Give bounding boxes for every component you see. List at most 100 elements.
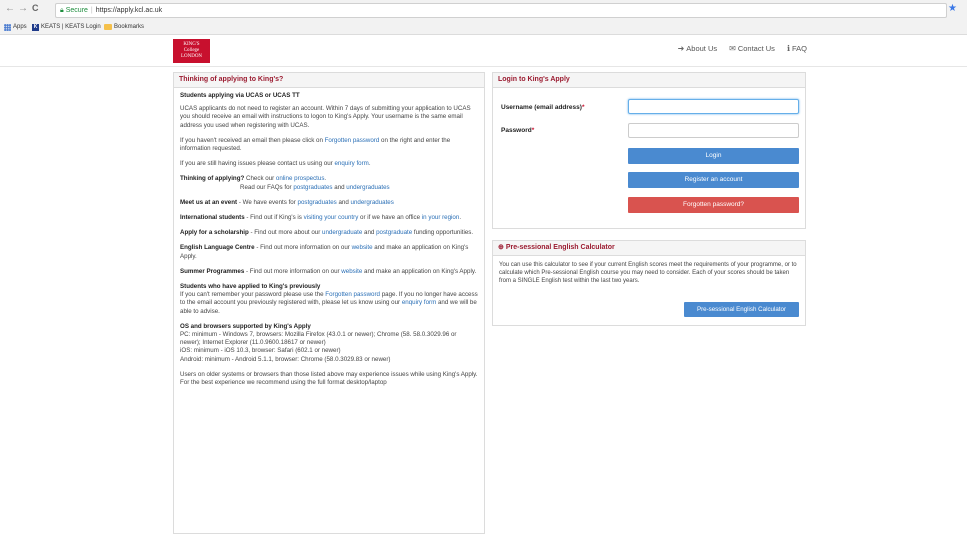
nav-about-us[interactable]: ➜ About Us <box>678 44 718 53</box>
calculator-text: You can use this calculator to see if yo… <box>499 262 797 284</box>
bookmarks-bar: Apps K KEATS | KEATS Login Bookmarks <box>0 20 967 35</box>
login-button[interactable]: Login <box>628 148 799 164</box>
os-pc: PC: minimum - Windows 7, browsers: Mozil… <box>180 331 457 347</box>
bookmark-star-icon[interactable]: ★ <box>948 3 957 14</box>
os-android: Android: minimum - Android 5.1.1, browse… <box>180 355 391 363</box>
text-fragment: - Find out more information on our <box>244 267 342 275</box>
text-fragment: and <box>336 198 351 206</box>
enquiry-form-link[interactable]: enquiry form <box>334 160 368 167</box>
address-url: https://apply.kcl.ac.uk <box>95 7 163 14</box>
ucas-text: UCAS applicants do not need to register … <box>180 105 471 129</box>
events-postgraduates-link[interactable]: postgraduates <box>298 199 337 206</box>
text-fragment: . <box>368 160 371 168</box>
required-mark: * <box>581 104 585 111</box>
faq-undergraduates-link[interactable]: undergraduates <box>346 184 389 191</box>
register-button[interactable]: Register an account <box>628 172 799 188</box>
text-fragment: - Find out more about our <box>248 229 323 237</box>
undergraduate-funding-link[interactable]: undergraduate <box>322 229 362 236</box>
nav-contact-us[interactable]: ✉ Contact Us <box>729 44 775 53</box>
bookmark-folder[interactable]: Bookmarks <box>104 20 144 34</box>
elc-label: English Language Centre <box>180 244 255 252</box>
text-fragment: Check our <box>244 175 276 183</box>
summer-label: Summer Programmes <box>180 267 245 275</box>
office-region-link[interactable]: in your region <box>422 214 460 221</box>
kings-college-logo[interactable]: KING'S College LONDON <box>173 39 210 63</box>
nav-label: FAQ <box>791 44 807 53</box>
envelope-icon: ✉ <box>729 44 736 53</box>
visiting-country-link[interactable]: visiting your country <box>304 214 359 221</box>
previous-applicants-text: Students who have applied to King's prev… <box>180 283 478 316</box>
label-text: Username (email address) <box>501 104 582 111</box>
nav-faq[interactable]: ℹ FAQ <box>787 44 807 53</box>
calculator-panel-title: ⊕ Pre-sessional English Calculator <box>493 241 805 256</box>
password-input[interactable] <box>628 123 799 138</box>
logo-line: LONDON <box>180 54 203 59</box>
nav-label: About Us <box>686 44 718 53</box>
forward-icon[interactable]: → <box>18 3 28 14</box>
summer-text: Summer Programmes - Find out more inform… <box>180 268 478 276</box>
events-undergraduates-link[interactable]: undergraduates <box>351 199 394 206</box>
text-fragment: or if we have an office <box>358 214 422 222</box>
previous-forgotten-password-link[interactable]: Forgotten password <box>325 291 380 298</box>
required-mark: * <box>531 127 535 134</box>
login-panel-title: Login to King's Apply <box>493 73 805 88</box>
thinking-text: Thinking of applying? Check our online p… <box>180 175 478 191</box>
text-fragment: - Find out if King's is <box>244 214 304 222</box>
previous-heading: Students who have applied to King's prev… <box>180 283 321 291</box>
info-panel-body: Students applying via UCAS or UCAS TT UC… <box>174 88 484 398</box>
address-bar[interactable]: 🔒︎ Secure | https://apply.kcl.ac.uk <box>55 3 947 18</box>
info-panel: Thinking of applying to King's? Students… <box>173 72 485 534</box>
text-fragment: and make an application on King's Apply. <box>362 267 477 275</box>
international-text: International students - Find out if Kin… <box>180 214 478 222</box>
browser-toolbar: ← → C 🔒︎ Secure | https://apply.kcl.ac.uk ★ <box>0 0 967 21</box>
bookmark-apps[interactable]: Apps <box>4 20 27 34</box>
arrow-right-icon: ➜ <box>677 44 685 53</box>
international-label: International students <box>180 214 245 222</box>
summer-website-link[interactable]: website <box>341 268 362 275</box>
bookmark-label: KEATS | KEATS Login <box>41 24 101 30</box>
elc-website-link[interactable]: website <box>352 244 373 251</box>
reload-icon[interactable]: C <box>32 3 39 13</box>
text-fragment: and <box>332 183 347 191</box>
text-fragment: - Find out more information on our <box>254 244 352 252</box>
calculator-panel: ⊕ Pre-sessional English Calculator You c… <box>492 240 806 326</box>
text-fragment: If you can't remember your password plea… <box>180 291 326 299</box>
forgotten-password-link[interactable]: Forgotten password <box>325 137 380 144</box>
text-fragment: Read our FAQs for <box>240 183 294 191</box>
postgraduate-funding-link[interactable]: postgraduate <box>376 229 412 236</box>
keats-icon: K <box>32 23 39 31</box>
scholarship-label: Apply for a scholarship <box>180 229 249 237</box>
text-fragment: . <box>324 175 327 183</box>
thinking-label: Thinking of applying? <box>180 175 245 183</box>
forgot-password-button[interactable]: Forgotten password? <box>628 197 799 213</box>
elc-text: English Language Centre - Find out more … <box>180 244 478 260</box>
os-heading: OS and browsers supported by King's Appl… <box>180 322 311 330</box>
bookmark-label: Bookmarks <box>114 24 145 30</box>
online-prospectus-link[interactable]: online prospectus <box>276 175 325 182</box>
calculator-button[interactable]: Pre-sessional English Calculator <box>684 302 799 317</box>
username-input[interactable] <box>628 99 799 114</box>
meet-text: Meet us at an event - We have events for… <box>180 199 478 207</box>
calculator-title-text: Pre-sessional English Calculator <box>505 244 615 251</box>
bookmark-label: Apps <box>13 24 27 30</box>
header-divider <box>0 66 967 67</box>
text-fragment: funding opportunities. <box>412 229 474 237</box>
os-support-text: OS and browsers supported by King's Appl… <box>180 323 478 364</box>
text-fragment: - We have events for <box>237 198 298 206</box>
no-email-text: If you haven't received an email then pl… <box>180 137 478 153</box>
nav-label: Contact Us <box>737 44 775 53</box>
address-separator: | <box>90 7 93 14</box>
faq-postgraduates-link[interactable]: postgraduates <box>293 184 332 191</box>
scholarship-text: Apply for a scholarship - Find out more … <box>180 229 478 237</box>
top-navigation: ➜ About Us ✉ Contact Us ℹ FAQ <box>678 44 807 53</box>
bookmark-keats[interactable]: K KEATS | KEATS Login <box>32 20 101 34</box>
password-label: Password* <box>501 127 534 134</box>
older-systems-text: Users on older systems or browsers than … <box>180 370 478 387</box>
label-text: Password <box>501 127 532 134</box>
back-icon[interactable]: ← <box>5 3 15 14</box>
text-fragment: . <box>459 214 462 222</box>
apps-grid-icon <box>4 23 11 31</box>
previous-enquiry-form-link[interactable]: enquiry form <box>402 299 436 306</box>
text-fragment: If you are still having issues please co… <box>180 160 335 168</box>
meet-label: Meet us at an event <box>180 198 238 206</box>
